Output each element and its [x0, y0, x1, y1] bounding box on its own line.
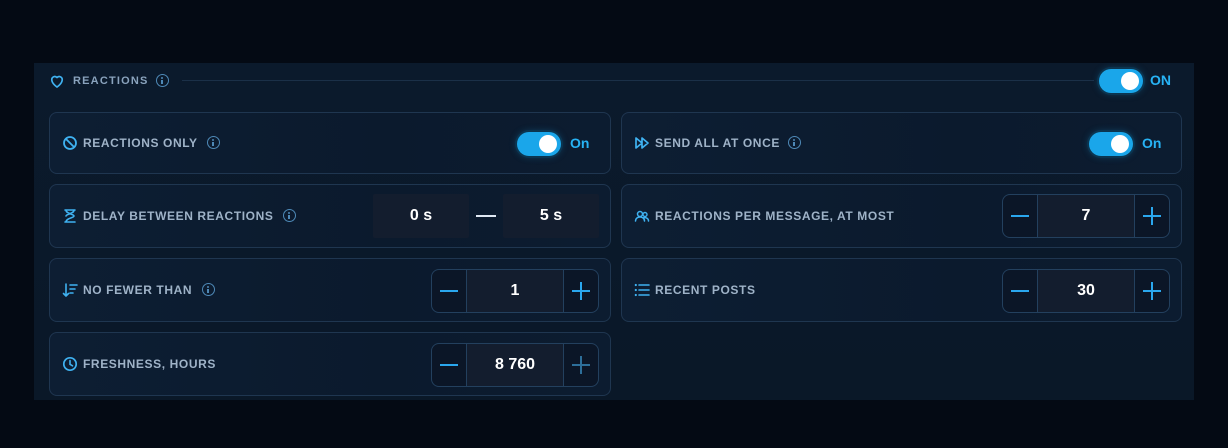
per-message-value[interactable]: 7	[1038, 195, 1134, 237]
delay-max-input[interactable]: 5 s	[503, 194, 599, 238]
hourglass-icon	[64, 209, 76, 223]
delay-label: DELAY BETWEEN REACTIONS	[83, 209, 274, 223]
recent-posts-value[interactable]: 30	[1038, 270, 1134, 312]
section-toggle[interactable]	[1099, 69, 1143, 93]
delay-card: DELAY BETWEEN REACTIONS 0 s 5 s	[49, 184, 611, 248]
section-toggle-label: ON	[1150, 72, 1171, 88]
freshness-value[interactable]: 8 760	[467, 344, 563, 386]
reactions-only-toggle-label: On	[570, 135, 590, 151]
range-separator	[476, 215, 496, 217]
freshness-increment-button[interactable]	[563, 344, 598, 386]
per-message-increment-button[interactable]	[1134, 195, 1169, 237]
no-fewer-than-label: NO FEWER THAN	[83, 283, 193, 297]
send-all-at-once-toggle[interactable]	[1089, 132, 1133, 156]
recent-posts-stepper: 30	[1002, 269, 1170, 313]
freshness-label: FRESHNESS, HOURS	[83, 357, 216, 371]
section-header: REACTIONS	[48, 68, 1180, 94]
reactions-only-card: REACTIONS ONLY On	[49, 112, 611, 174]
list-icon	[634, 283, 650, 297]
heart-icon	[50, 75, 64, 88]
freshness-card: FRESHNESS, HOURS 8 760	[49, 332, 611, 396]
no-fewer-than-increment-button[interactable]	[563, 270, 598, 312]
fast-forward-icon	[635, 137, 649, 149]
delay-range: 0 s 5 s	[373, 185, 599, 247]
recent-posts-label: RECENT POSTS	[655, 283, 756, 297]
toggle-knob	[1111, 135, 1129, 153]
send-all-at-once-toggle-label: On	[1142, 135, 1162, 151]
reactions-only-toggle[interactable]	[517, 132, 561, 156]
per-message-decrement-button[interactable]	[1003, 195, 1038, 237]
per-message-stepper: 7	[1002, 194, 1170, 238]
send-all-at-once-card: SEND ALL AT ONCE On	[621, 112, 1182, 174]
recent-posts-increment-button[interactable]	[1134, 270, 1169, 312]
send-all-at-once-info-icon[interactable]	[788, 136, 801, 149]
send-all-at-once-label: SEND ALL AT ONCE	[655, 136, 780, 150]
clock-icon	[62, 356, 78, 372]
freshness-stepper: 8 760	[431, 343, 599, 387]
section-divider	[182, 80, 1094, 81]
recent-posts-decrement-button[interactable]	[1003, 270, 1038, 312]
section-info-icon[interactable]	[156, 74, 169, 88]
reactions-only-label: REACTIONS ONLY	[83, 136, 198, 150]
users-icon	[634, 210, 650, 222]
block-icon	[63, 136, 77, 150]
toggle-knob	[539, 135, 557, 153]
no-fewer-than-stepper: 1	[431, 269, 599, 313]
no-fewer-than-decrement-button[interactable]	[432, 270, 467, 312]
no-fewer-than-card: NO FEWER THAN 1	[49, 258, 611, 322]
delay-min-input[interactable]: 0 s	[373, 194, 469, 238]
recent-posts-card: RECENT POSTS 30	[621, 258, 1182, 322]
freshness-decrement-button[interactable]	[432, 344, 467, 386]
no-fewer-than-info-icon[interactable]	[202, 283, 215, 296]
per-message-card: REACTIONS PER MESSAGE, AT MOST 7	[621, 184, 1182, 248]
per-message-label: REACTIONS PER MESSAGE, AT MOST	[655, 209, 895, 223]
no-fewer-than-value[interactable]: 1	[467, 270, 563, 312]
sort-descending-icon	[62, 283, 78, 297]
delay-info-icon[interactable]	[283, 209, 296, 222]
reactions-only-info-icon[interactable]	[207, 136, 220, 149]
toggle-knob	[1121, 72, 1139, 90]
section-title: REACTIONS	[73, 75, 149, 87]
